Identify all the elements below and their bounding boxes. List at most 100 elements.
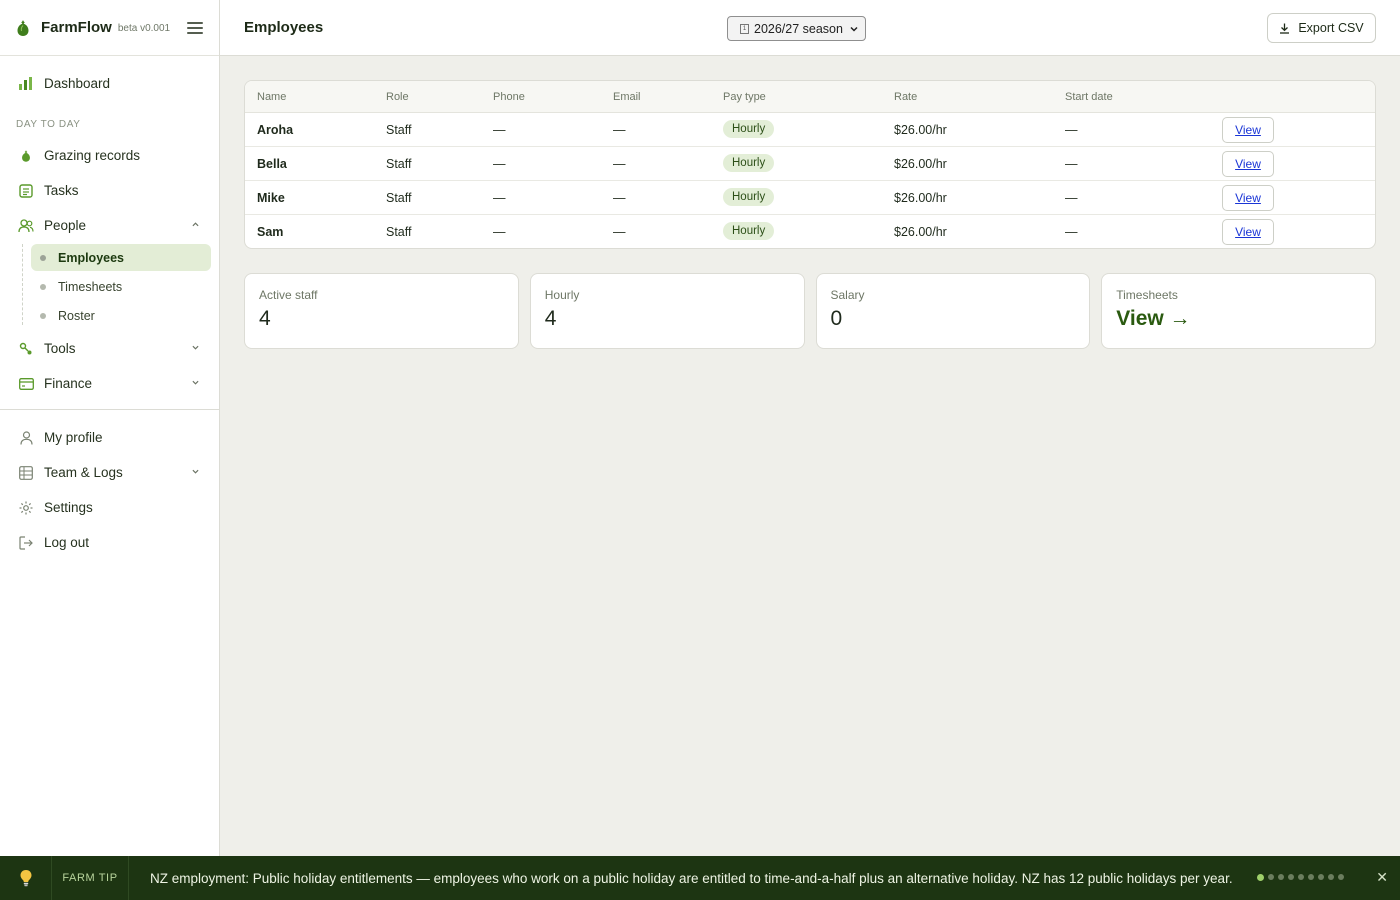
cell-role: Staff <box>386 225 412 239</box>
tip-dot[interactable] <box>1318 874 1324 880</box>
stat-value: 4 <box>544 307 557 330</box>
season-select[interactable]: 1 2026/27 season <box>727 16 866 41</box>
sidebar-item-label: Log out <box>44 535 90 550</box>
farm-tip-bar: FARM TIP NZ employment: Public holiday e… <box>0 856 1400 900</box>
pay-type-badge: Hourly <box>723 222 775 240</box>
sidebar-item-label: Finance <box>44 376 93 391</box>
tip-pagination-dots[interactable] <box>1257 873 1344 881</box>
sidebar-item-label: My profile <box>44 430 103 445</box>
cell-phone: — <box>493 225 506 239</box>
logout-icon <box>18 535 34 551</box>
cell-start-date: — <box>1065 191 1078 205</box>
lightbulb-icon <box>0 856 52 900</box>
sidebar-item-label: People <box>44 218 87 233</box>
sidebar-item-team-logs[interactable]: Team & Logs <box>0 455 219 490</box>
cell-phone: — <box>493 157 506 171</box>
view-timesheets-link[interactable]: View → <box>1116 307 1361 331</box>
cell-start-date: — <box>1065 123 1078 137</box>
sidebar-subitem-label: Employees <box>58 250 125 265</box>
column-header-role: Role <box>386 91 409 103</box>
chevron-down-icon <box>850 26 858 32</box>
brand-version: beta v0.001 <box>117 23 171 34</box>
stat-label: Timesheets <box>1116 288 1178 302</box>
bar-chart-icon <box>18 76 34 92</box>
calendar-icon: 1 <box>740 23 749 34</box>
cell-role: Staff <box>386 157 412 171</box>
table-row: Sam Staff — — Hourly $26.00/hr — View <box>245 215 1375 248</box>
table-header: Name Role Phone Email Pay type Rate Star… <box>245 81 1375 113</box>
cell-start-date: — <box>1065 157 1078 171</box>
view-employee-button[interactable]: View <box>1222 151 1274 177</box>
sidebar-item-log-out[interactable]: Log out <box>0 525 219 560</box>
sidebar-item-grazing-records[interactable]: Grazing records <box>0 138 219 173</box>
tip-dot[interactable] <box>1268 874 1274 880</box>
menu-toggle-icon[interactable] <box>187 21 203 34</box>
sidebar-subitem-timesheets[interactable]: Timesheets <box>31 273 211 300</box>
chevron-down-icon <box>192 469 199 474</box>
cell-rate: $26.00/hr <box>894 123 947 137</box>
sidebar-subitem-roster[interactable]: Roster <box>31 302 211 329</box>
tip-dot[interactable] <box>1338 874 1344 880</box>
sidebar-item-my-profile[interactable]: My profile <box>0 420 219 455</box>
sidebar-item-label: Team & Logs <box>44 465 123 480</box>
sidebar-item-tools[interactable]: Tools <box>0 331 219 366</box>
page-title: Employees <box>244 19 324 36</box>
sidebar-item-tasks[interactable]: Tasks <box>0 173 219 208</box>
view-employee-button[interactable]: View <box>1222 185 1274 211</box>
credit-card-icon <box>18 376 34 392</box>
cell-start-date: — <box>1065 225 1078 239</box>
pay-type-badge: Hourly <box>723 154 775 172</box>
view-employee-button[interactable]: View <box>1222 117 1274 143</box>
tools-icon <box>18 341 34 357</box>
brand-header: FarmFlow beta v0.001 <box>0 0 219 56</box>
close-icon[interactable]: ✕ <box>1376 869 1388 886</box>
cell-phone: — <box>493 191 506 205</box>
column-header-start-date: Start date <box>1065 91 1113 103</box>
sidebar-item-label: Dashboard <box>44 76 111 91</box>
cell-rate: $26.00/hr <box>894 157 947 171</box>
sidebar-subitem-label: Roster <box>58 308 95 323</box>
tip-dot[interactable] <box>1288 874 1294 880</box>
sidebar-nav: Dashboard DAY TO DAY Grazing records Tas… <box>0 56 219 560</box>
sidebar-item-dashboard[interactable]: Dashboard <box>0 66 219 101</box>
sidebar-item-label: Tools <box>44 341 76 356</box>
sidebar-item-settings[interactable]: Settings <box>0 490 219 525</box>
export-csv-button[interactable]: Export CSV <box>1267 13 1376 43</box>
tip-dot[interactable] <box>1278 874 1284 880</box>
sidebar-item-label: Grazing records <box>44 148 141 163</box>
stat-label: Hourly <box>544 288 580 302</box>
cell-email: — <box>613 123 626 137</box>
farmflow-logo-icon <box>17 19 29 36</box>
tip-dot[interactable] <box>1308 874 1314 880</box>
sidebar-item-finance[interactable]: Finance <box>0 366 219 401</box>
column-header-pay-type: Pay type <box>723 91 766 103</box>
cell-name: Mike <box>257 191 285 205</box>
season-select-value: 2026/27 season <box>754 21 843 36</box>
stat-value: 4 <box>259 307 271 330</box>
cell-email: — <box>613 225 626 239</box>
cell-role: Staff <box>386 123 412 137</box>
cell-rate: $26.00/hr <box>894 225 947 239</box>
bullet-icon <box>40 254 46 261</box>
view-employee-button[interactable]: View <box>1222 219 1274 245</box>
stat-card-hourly: Hourly 4 <box>529 273 805 349</box>
chevron-down-icon <box>192 380 199 385</box>
stat-value: 0 <box>830 307 843 330</box>
stat-card-salary: Salary 0 <box>815 273 1091 349</box>
tip-dot[interactable] <box>1328 874 1334 880</box>
chevron-down-icon <box>192 345 199 350</box>
stat-label: Salary <box>830 288 865 302</box>
farm-tip-label: FARM TIP <box>52 856 129 900</box>
cell-email: — <box>613 191 626 205</box>
tip-dot[interactable] <box>1257 873 1264 881</box>
sidebar-divider <box>0 409 219 410</box>
cell-phone: — <box>493 123 506 137</box>
table-row: Mike Staff — — Hourly $26.00/hr — View <box>245 181 1375 215</box>
download-icon <box>1280 23 1290 34</box>
pay-type-badge: Hourly <box>723 188 775 206</box>
sidebar-subitem-employees[interactable]: Employees <box>31 244 211 271</box>
table-row: Aroha Staff — — Hourly $26.00/hr — View <box>245 113 1375 147</box>
page-header: Employees 1 2026/27 season Export CSV <box>220 0 1400 56</box>
tip-dot[interactable] <box>1298 874 1304 880</box>
sidebar-item-people[interactable]: People <box>0 208 219 243</box>
